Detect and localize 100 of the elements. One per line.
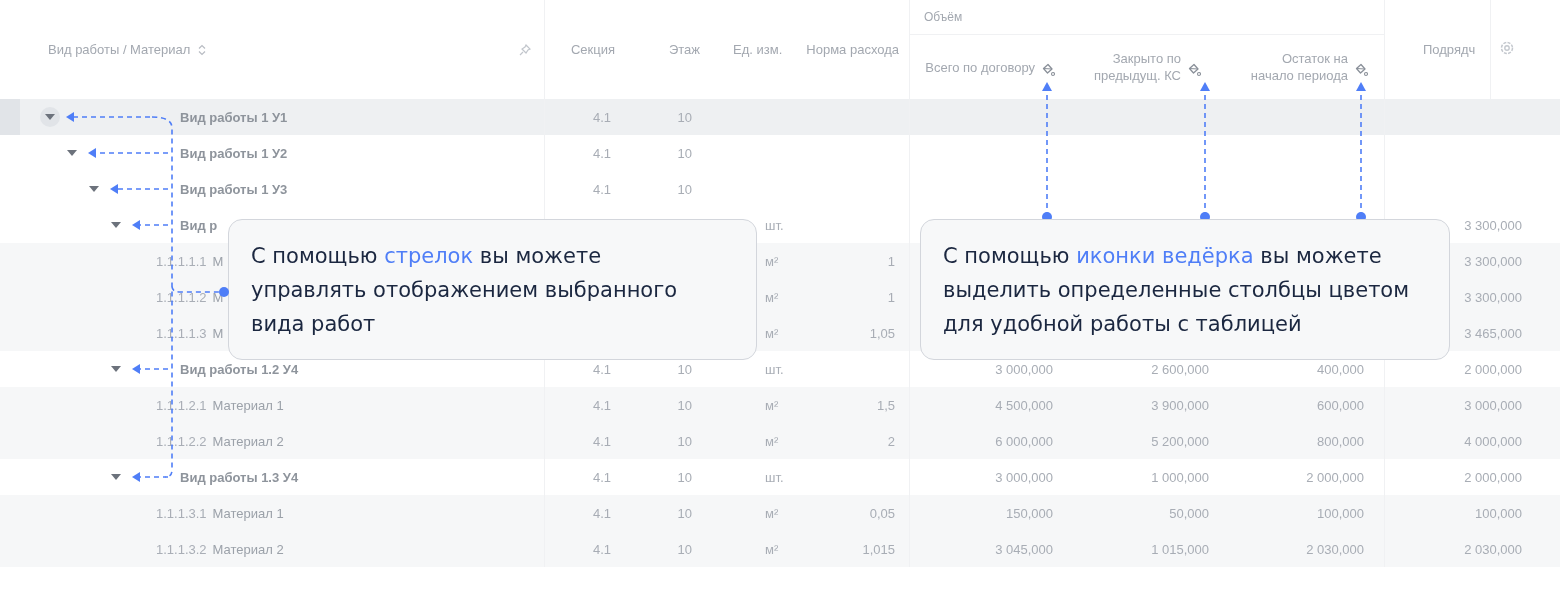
table-cell: м² [765, 253, 779, 269]
table-cell: 50,000 [1169, 505, 1209, 521]
caret-icon[interactable] [111, 474, 121, 480]
table-cell: 2 600,000 [1151, 361, 1209, 377]
table-cell: м² [765, 433, 779, 449]
paint-bucket-icon[interactable] [1187, 62, 1201, 78]
column-header[interactable]: Остаток на начало периода [1238, 50, 1348, 84]
row-name: Вид работы 1 У1 [180, 109, 288, 125]
table-cell: м² [765, 505, 779, 521]
table-cell: 4 000,000 [1464, 433, 1522, 449]
row-name: М [212, 325, 224, 341]
table-cell: 100,000 [1317, 505, 1364, 521]
column-header[interactable]: Норма расхода [806, 41, 899, 58]
column-group-header: Объём [924, 8, 963, 26]
table-cell: 10 [677, 541, 692, 557]
table-cell: 800,000 [1317, 433, 1364, 449]
table-cell: 4.1 [592, 505, 611, 521]
table-cell: 150,000 [1006, 505, 1053, 521]
table-cell: 10 [677, 361, 692, 377]
row-name: Материал 2 [212, 541, 284, 557]
paint-bucket-icon[interactable] [1354, 62, 1368, 78]
table-cell: 1 000,000 [1151, 469, 1209, 485]
row-name: Вид работы 1 У3 [180, 181, 288, 197]
table-cell: 4.1 [592, 541, 611, 557]
table-cell: 2 000,000 [1464, 361, 1522, 377]
table-cell: м² [765, 289, 779, 305]
table-row[interactable]: 1.1.1.3.1 Материал 1 4.1 10 м² 0,05 150,000 50,000 100,000 100,000 [0, 495, 1560, 531]
row-number: 1.1.1.3.1 [156, 505, 207, 521]
table-cell: 4.1 [592, 433, 611, 449]
row-name: Материал 1 [212, 397, 284, 413]
table-cell: 600,000 [1317, 397, 1364, 413]
arrow [132, 220, 169, 230]
table-cell: 4.1 [592, 397, 611, 413]
table-cell: 400,000 [1317, 361, 1364, 377]
table-row[interactable]: 1.1.1.2.1 Материал 1 4.1 10 м² 1,5 4 500,000 3 900,000 600,000 3 000,000 [0, 387, 1560, 423]
row-number: 1.1.1.1.1 [156, 253, 207, 269]
table-cell: 0,05 [869, 505, 895, 521]
table-row[interactable]: 1.1.1.2.2 Материал 2 4.1 10 м² 2 6 000,000 5 200,000 800,000 4 000,000 [0, 423, 1560, 459]
column-header[interactable]: Вид работы / Материал [48, 42, 191, 57]
table-cell: 10 [677, 505, 692, 521]
table-cell: шт. [765, 469, 784, 485]
table-cell: 3 045,000 [995, 541, 1053, 557]
row-name: Материал 1 [212, 505, 284, 521]
caret-icon[interactable] [111, 222, 121, 228]
table-cell: 4.1 [592, 181, 611, 197]
table-cell: 10 [677, 145, 692, 161]
row-name: Вид работы 1.3 У4 [180, 469, 299, 485]
table-cell: 3 000,000 [995, 469, 1053, 485]
table-cell: 4.1 [592, 361, 611, 377]
arrow [132, 472, 169, 482]
row-name: Вид р [180, 217, 218, 233]
table-cell: м² [765, 397, 779, 413]
table-row[interactable]: 1.1.1.3.2 Материал 2 4.1 10 м² 1,015 3 045,000 1 015,000 2 030,000 2 030,000 [0, 531, 1560, 567]
column-header[interactable]: Закрыто по предыдущ. КС [1061, 50, 1181, 84]
table-cell: 100,000 [1475, 505, 1522, 521]
caret-icon[interactable] [111, 366, 121, 372]
column-header[interactable]: Ед. изм. [733, 41, 783, 58]
table-cell: 2 030,000 [1464, 541, 1522, 557]
row-number: 1.1.1.2.1 [156, 397, 207, 413]
row-name: Вид работы 1 У2 [180, 145, 288, 161]
table-cell: 3 000,000 [1464, 397, 1522, 413]
row-number: 1.1.1.3.2 [156, 541, 207, 557]
table-cell: 3 300,000 [1464, 253, 1522, 269]
table-cell: 3 000,000 [995, 361, 1053, 377]
table-cell: м² [765, 541, 779, 557]
table-row[interactable]: Вид работы 1 У1 4.1 10 [0, 99, 1560, 135]
table-cell: 2 000,000 [1306, 469, 1364, 485]
column-header[interactable]: Секция [570, 41, 615, 58]
table-cell: шт. [765, 361, 784, 377]
table-cell: 3 300,000 [1464, 289, 1522, 305]
table-cell: 10 [677, 469, 692, 485]
paint-bucket-icon[interactable] [1041, 62, 1055, 78]
table-cell: 6 000,000 [995, 433, 1053, 449]
row-number: 1.1.1.1.2 [156, 289, 207, 305]
table-cell: 3 465,000 [1464, 325, 1522, 341]
tooltip-text: С помощью иконки ведёрка вы можете выделить определенные столбцы цветом для удобной работы с таблицей [943, 243, 1411, 338]
column-header[interactable]: Всего по договору [925, 58, 1035, 76]
table-cell: 3 900,000 [1151, 397, 1209, 413]
table-cell: 4.1 [592, 469, 611, 485]
table-cell: 1 [887, 289, 895, 305]
table-cell: 4 500,000 [995, 397, 1053, 413]
table-cell: 3 300,000 [1464, 217, 1522, 233]
caret-icon[interactable] [45, 114, 55, 120]
column-header[interactable]: Этаж [668, 41, 700, 58]
table-cell: 2 [887, 433, 895, 449]
table-cell: 4.1 [592, 145, 611, 161]
arrow [132, 364, 169, 374]
table-cell: 4.1 [592, 109, 611, 125]
row-number: 1.1.1.1.3 [156, 325, 207, 341]
table-cell: 5 200,000 [1151, 433, 1209, 449]
table-cell: 1 [887, 253, 895, 269]
caret-icon[interactable] [67, 150, 77, 156]
row-name: Материал 2 [212, 433, 284, 449]
table-cell: шт. [765, 217, 784, 233]
table-cell: 1,015 [862, 541, 895, 557]
table-cell: 2 000,000 [1464, 469, 1522, 485]
column-header[interactable]: Подрядч [1423, 41, 1476, 58]
caret-icon[interactable] [89, 186, 99, 192]
table-cell: 10 [677, 109, 692, 125]
arrow [110, 184, 169, 194]
